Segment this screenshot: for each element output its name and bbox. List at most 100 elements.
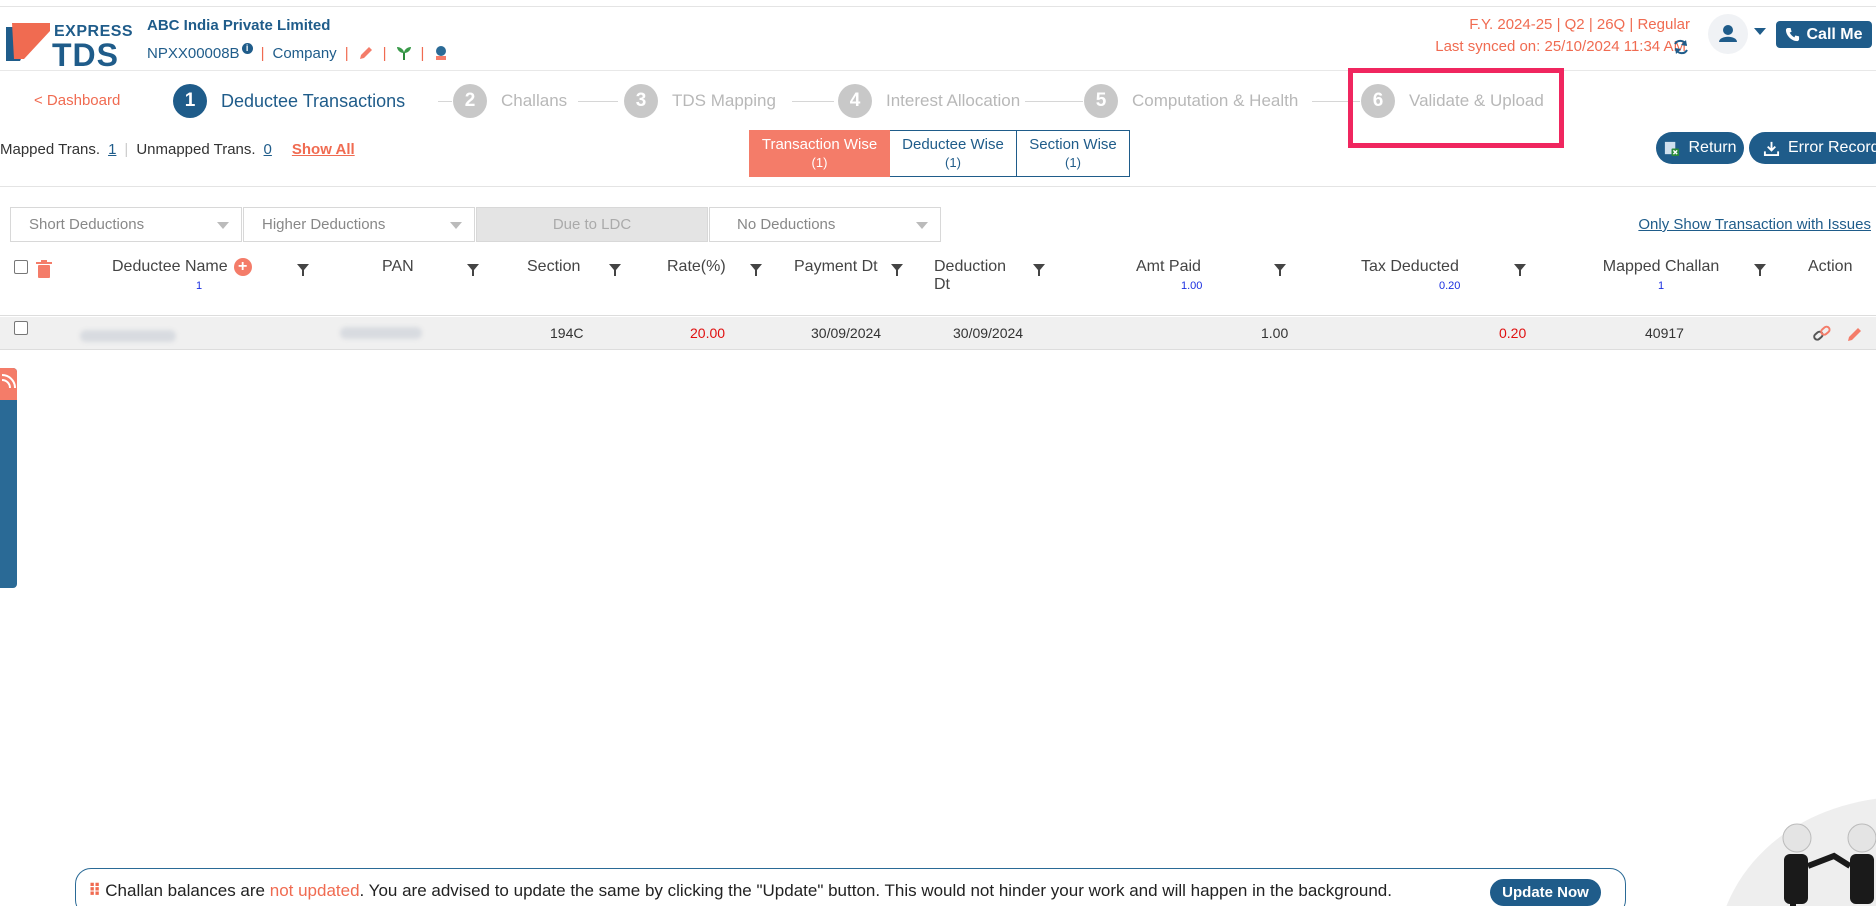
mapped-label: Mapped Trans. [0,141,101,158]
table-row[interactable]: 194C 20.00 30/09/2024 30/09/2024 1.00 0.… [0,317,1876,350]
tab-count: (1) [945,154,961,170]
cell-deduction-dt: 30/09/2024 [953,325,1024,341]
update-now-button[interactable]: Update Now [1490,879,1601,906]
col-rate[interactable]: Rate(%) [667,258,726,276]
step-tds-mapping[interactable]: 3 TDS Mapping [624,84,776,118]
col-deductee-name[interactable]: Deductee Name + 1 [112,258,262,292]
col-label: Amt Paid [1136,258,1201,275]
no-deductions-select[interactable]: No Deductions [709,207,941,242]
col-amt-paid[interactable]: Amt Paid 1.00 [1136,258,1246,292]
step-interest-allocation[interactable]: 4 Interest Allocation [838,84,1020,118]
tab-deductee-wise[interactable]: Deductee Wise (1) [890,130,1017,177]
error-records-button[interactable]: Error Records [1749,132,1876,164]
step-number: 5 [1084,84,1118,118]
only-show-issues-link[interactable]: Only Show Transaction with Issues [1638,216,1871,233]
refresh-icon[interactable] [1672,38,1690,56]
col-mapped-challan[interactable]: Mapped Challan 1 [1590,258,1732,292]
tab-label: Deductee Wise [902,135,1004,153]
filter-icon[interactable] [467,264,479,276]
tab-transaction-wise[interactable]: Transaction Wise (1) [749,130,890,177]
filter-icon[interactable] [297,264,309,276]
filter-icon[interactable] [1033,264,1045,276]
company-meta: NPXX00008B i | Company | | | [147,42,450,63]
filter-icon[interactable] [750,264,762,276]
select-label: Higher Deductions [262,216,386,233]
step-connector [792,101,834,102]
col-tax-deducted[interactable]: Tax Deducted 0.20 [1361,258,1491,292]
separator: | [382,44,387,62]
chevron-down-icon[interactable] [1754,28,1766,35]
rss-icon [1,374,16,389]
emblem-icon[interactable] [432,44,450,62]
deductee-name-redacted[interactable] [80,330,176,342]
mapping-summary: Mapped Trans. 1 | Unmapped Trans. 0 Show… [0,141,355,158]
leaf-icon[interactable] [395,44,413,62]
separator: | [344,44,349,62]
cell-mapped-challan: 40917 [1645,325,1684,341]
tab-label: Section Wise [1029,135,1117,153]
edit-pencil-icon[interactable] [357,44,375,62]
filter-icon[interactable] [609,264,621,276]
notice-text: Challan balances are [105,881,270,900]
step-connector [1025,101,1083,102]
edit-pencil-icon[interactable] [1846,325,1864,343]
phone-icon [1786,27,1800,42]
call-me-button[interactable]: Call Me [1776,21,1872,48]
return-file-icon [1665,141,1680,156]
col-label: Tax Deducted [1361,258,1459,275]
express-tds-logo[interactable]: EXPRESS TDS [6,17,133,73]
filter-icon[interactable] [891,264,903,276]
col-total: 1.00 [1181,280,1203,292]
higher-deductions-select[interactable]: Higher Deductions [243,207,475,242]
add-deductee-icon[interactable]: + [233,258,252,276]
show-all-link[interactable]: Show All [292,141,355,158]
filter-icon[interactable] [1754,264,1766,276]
select-label: Short Deductions [29,216,145,233]
error-records-label: Error Records [1788,139,1876,156]
step-computation-health[interactable]: 5 Computation & Health [1084,84,1298,118]
step-label: Deductee Transactions [221,90,406,111]
unmapped-count-link[interactable]: 0 [264,141,272,158]
col-deduction-dt[interactable]: Deduction Dt [934,258,1006,294]
col-label: PAN [382,258,414,275]
cell-rate: 20.00 [690,325,726,341]
tab-count: (1) [811,154,828,170]
step-connector [438,101,452,102]
info-icon[interactable]: i [241,42,253,54]
step-challans[interactable]: 2 Challans [453,84,567,118]
user-avatar-button[interactable] [1708,14,1748,54]
short-deductions-select[interactable]: Short Deductions [10,207,242,242]
col-payment-dt[interactable]: Payment Dt [794,258,878,276]
select-all-checkbox[interactable] [14,260,28,274]
cell-amt-paid: 1.00 [1261,325,1289,341]
step-number: 3 [624,84,658,118]
link-challan-icon[interactable] [1812,325,1832,343]
cell-tax-deducted: 0.20 [1499,325,1527,341]
col-count: 1 [1657,280,1665,292]
trash-icon[interactable] [36,260,52,278]
col-section[interactable]: Section [527,258,580,276]
side-tab-header[interactable] [0,368,17,400]
call-me-label: Call Me [1806,25,1863,43]
tab-label: Transaction Wise [761,135,878,153]
financial-year-info: F.Y. 2024-25 | Q2 | 26Q | Regular [1469,16,1690,33]
separator: | [420,44,425,62]
return-button[interactable]: Return [1656,132,1744,164]
col-label: Dt [934,276,950,293]
filter-icon[interactable] [1514,264,1526,276]
step-label: Challans [501,91,568,110]
step-deductee-transactions[interactable]: 1 Deductee Transactions [173,84,405,118]
notice-text: . You are advised to update the same by … [359,881,1392,900]
side-feedback-tab[interactable] [0,368,17,588]
row-checkbox[interactable] [14,321,28,335]
filter-icon[interactable] [1274,264,1286,276]
pan-redacted [340,327,422,339]
company-name: ABC India Private Limited [147,17,331,34]
challan-balance-notice: ⠿ Challan balances are not updated. You a… [75,868,1626,906]
drag-handle-icon: ⠿ [88,881,102,900]
col-pan[interactable]: PAN [382,258,414,276]
tab-section-wise[interactable]: Section Wise (1) [1017,130,1130,177]
view-tabs: Transaction Wise (1) Deductee Wise (1) S… [749,130,1130,177]
mapped-count-link[interactable]: 1 [108,141,116,158]
entity-type: Company [272,44,337,62]
